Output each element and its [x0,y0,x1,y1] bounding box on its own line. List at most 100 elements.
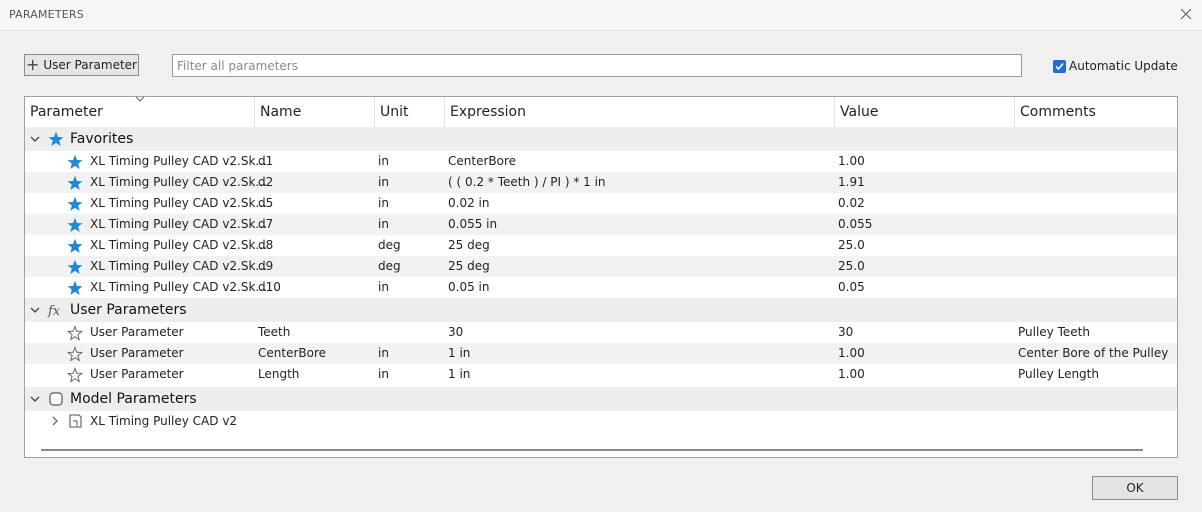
name-cell[interactable]: Teeth [258,322,290,343]
expression-cell[interactable]: 25 deg [448,235,490,256]
model-row[interactable]: XL Timing Pulley CAD v2 [25,411,1177,432]
table-row[interactable]: User Parameter CenterBore in 1 in 1.00 Center… [25,343,1177,364]
column-header-name[interactable]: Name [255,97,375,127]
value-cell: 0.02 [838,196,865,210]
column-header-label: Value [840,104,879,120]
param-cell: XL Timing Pulley CAD v2.Sk... [90,259,267,273]
automatic-update-checkbox[interactable]: Automatic Update [1053,59,1178,73]
chevron-right-icon[interactable] [50,416,60,426]
expression-cell[interactable]: 25 deg [448,256,490,277]
table-row[interactable]: XL Timing Pulley CAD v2.Sk... d8 deg 25 deg… [25,235,1177,256]
favorite-star-outline-icon[interactable] [67,325,83,341]
table-header: Parameter Name Unit Expression Value Com… [25,97,1177,128]
name-cell[interactable]: d7 [258,214,273,235]
expression-cell[interactable]: 30 [448,322,463,343]
window-title: PARAMETERS [9,8,84,21]
unit-cell[interactable]: in [378,151,389,172]
favorite-star-filled-icon[interactable] [67,259,83,275]
value-cell: 1.91 [838,175,865,189]
favorite-star-filled-icon[interactable] [67,217,83,233]
favorite-star-outline-icon[interactable] [67,367,83,383]
add-user-parameter-button[interactable]: + User Parameter [24,54,139,76]
star-filled-icon [48,131,64,146]
chevron-down-icon[interactable] [30,394,40,404]
comment-cell[interactable]: Center Bore of the Pulley [1018,343,1168,364]
value-cell: 30 [838,325,854,339]
table-row[interactable]: XL Timing Pulley CAD v2.Sk... d10 in 0.05 i… [25,277,1177,298]
unit-cell[interactable]: deg [378,235,401,256]
favorite-star-outline-icon[interactable] [67,346,83,362]
unit-cell[interactable]: in [378,277,389,298]
unit-cell[interactable]: deg [378,256,401,277]
group-label: User Parameters [70,302,187,318]
value-cell: 1.00 [838,154,865,168]
favorite-star-filled-icon[interactable] [67,175,83,191]
expression-cell[interactable]: 0.05 in [448,277,489,298]
param-cell: XL Timing Pulley CAD v2.Sk... [90,238,267,252]
unit-cell[interactable]: in [378,172,389,193]
favorite-star-filled-icon[interactable] [67,196,83,212]
group-row-favorites[interactable]: Favorites [25,127,1177,151]
unit-cell[interactable]: in [378,364,389,385]
expression-cell[interactable]: CenterBore [448,151,516,172]
table-row[interactable]: User Parameter Teeth 30 30 Pulley Teeth [25,322,1177,343]
add-user-parameter-label: User Parameter [43,58,137,72]
component-icon [49,392,63,406]
value-cell: 0.05 [838,280,865,294]
name-cell[interactable]: CenterBore [258,343,326,364]
value-cell: 0.055 [838,217,873,231]
value-cell: 1.00 [838,346,865,360]
comment-cell[interactable]: Pulley Teeth [1018,322,1090,343]
table-row[interactable]: XL Timing Pulley CAD v2.Sk... d2 in ( ( 0.2… [25,172,1177,193]
expression-cell[interactable]: 0.055 in [448,214,497,235]
favorite-star-filled-icon[interactable] [67,154,83,170]
table-row[interactable]: XL Timing Pulley CAD v2.Sk... d7 in 0.055 i… [25,214,1177,235]
unit-cell[interactable]: in [378,343,389,364]
table-row[interactable]: User Parameter Length in 1 in 1.00 Pulley Len… [25,364,1177,385]
expression-cell[interactable]: 1 in [448,343,470,364]
close-icon[interactable] [1178,6,1194,22]
name-cell[interactable]: d8 [258,235,273,256]
plus-icon: + [25,54,40,74]
column-header-label: Expression [450,104,526,120]
param-cell: User Parameter [90,346,184,360]
table-row[interactable]: XL Timing Pulley CAD v2.Sk... d1 in CenterB… [25,151,1177,172]
column-header-label: Parameter [30,104,103,120]
column-header-comments[interactable]: Comments [1015,97,1177,127]
expression-cell[interactable]: ( ( 0.2 * Teeth ) / PI ) * 1 in [448,172,606,193]
column-header-expression[interactable]: Expression [445,97,835,127]
chevron-down-icon[interactable] [30,134,40,144]
unit-cell[interactable]: in [378,193,389,214]
checkbox-checked-icon [1053,59,1066,73]
comment-cell[interactable]: Pulley Length [1018,364,1099,385]
chevron-down-icon[interactable] [30,305,40,315]
name-cell[interactable]: d1 [258,151,273,172]
unit-cell[interactable]: in [378,214,389,235]
name-cell[interactable]: d10 [258,277,281,298]
name-cell[interactable]: d5 [258,193,273,214]
group-label: Favorites [70,131,134,147]
group-row-user-parameters[interactable]: fx User Parameters [25,298,1177,322]
param-cell: User Parameter [90,325,184,339]
table-row[interactable]: XL Timing Pulley CAD v2.Sk... d9 deg 25 deg… [25,256,1177,277]
column-header-unit[interactable]: Unit [375,97,445,127]
group-row-model-parameters[interactable]: Model Parameters [25,387,1177,411]
expression-cell[interactable]: 0.02 in [448,193,489,214]
param-cell: User Parameter [90,367,184,381]
model-component-icon [69,414,82,428]
name-cell[interactable]: Length [258,364,299,385]
ok-button[interactable]: OK [1092,476,1178,500]
value-cell: 1.00 [838,367,865,381]
name-cell[interactable]: d2 [258,172,273,193]
name-cell[interactable]: d9 [258,256,273,277]
horizontal-scrollbar[interactable] [41,449,1143,451]
param-cell: XL Timing Pulley CAD v2.Sk... [90,154,267,168]
favorite-star-filled-icon[interactable] [67,238,83,254]
column-header-parameter[interactable]: Parameter [25,97,255,127]
expression-cell[interactable]: 1 in [448,364,470,385]
column-header-label: Name [260,104,302,120]
favorite-star-filled-icon[interactable] [67,280,83,296]
table-row[interactable]: XL Timing Pulley CAD v2.Sk... d5 in 0.02 in… [25,193,1177,214]
column-header-value[interactable]: Value [835,97,1015,127]
filter-input[interactable] [172,54,1022,77]
